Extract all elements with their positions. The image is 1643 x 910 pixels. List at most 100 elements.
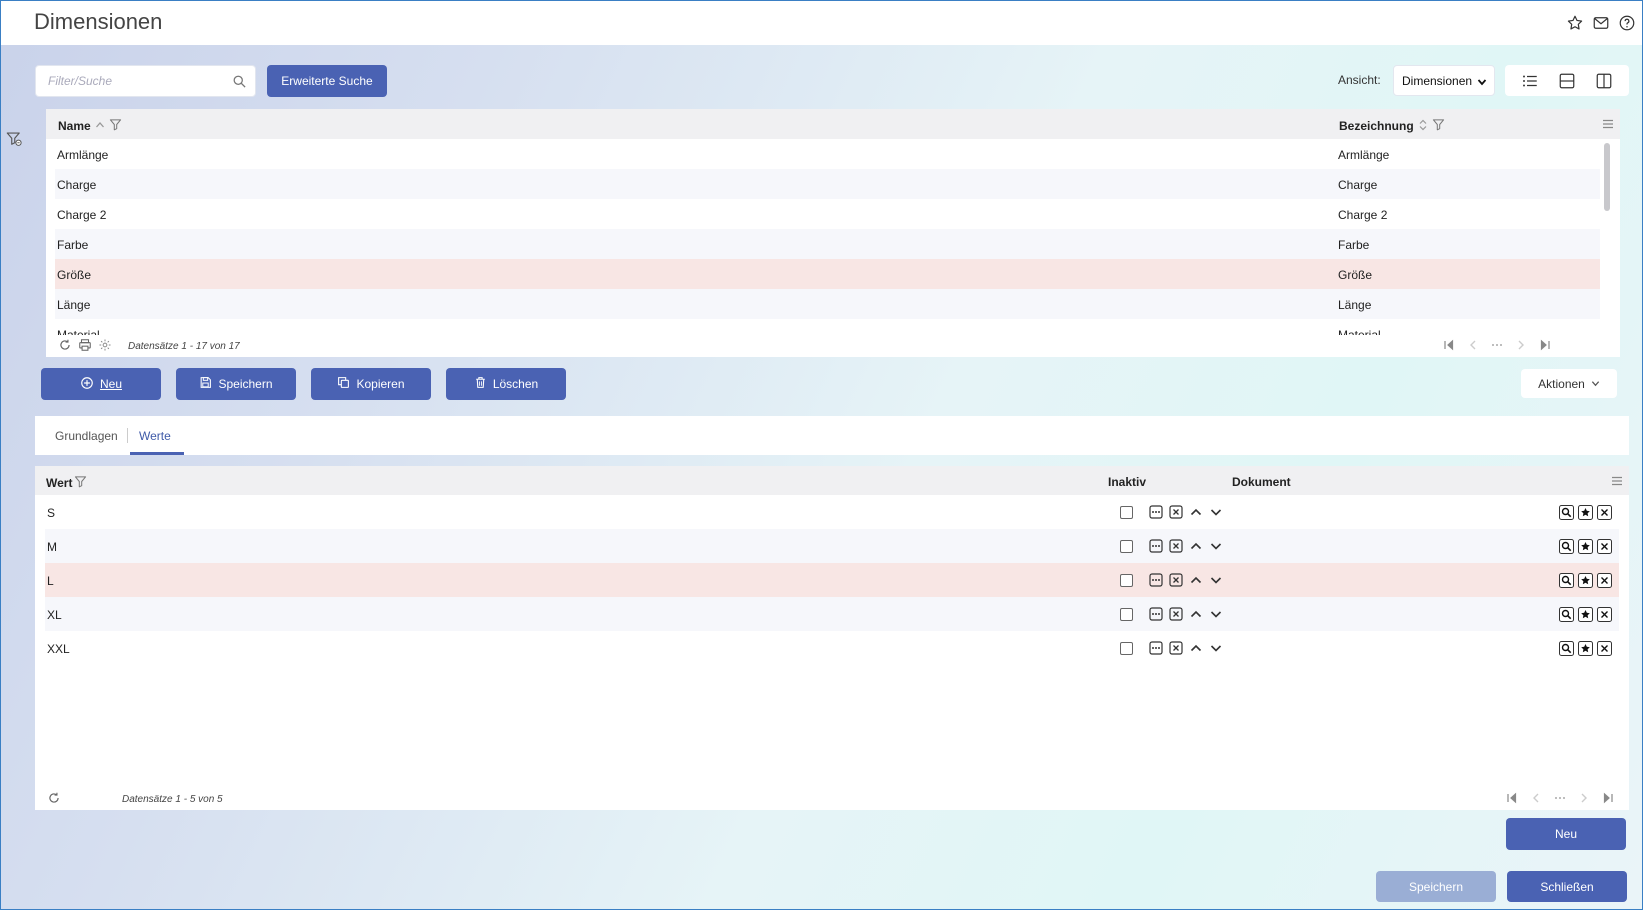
remove-icon[interactable]: [1169, 573, 1183, 587]
prev-page-icon[interactable]: [1529, 791, 1543, 805]
more-icon[interactable]: [1149, 607, 1163, 621]
inaktiv-checkbox[interactable]: [1120, 540, 1133, 553]
search-icon[interactable]: [1559, 641, 1574, 656]
table-row[interactable]: Material Material: [55, 319, 1600, 335]
table-row[interactable]: S: [45, 495, 1619, 529]
move-down-icon[interactable]: [1209, 607, 1223, 621]
remove-icon[interactable]: [1169, 641, 1183, 655]
cell-wert[interactable]: M: [47, 540, 57, 554]
inaktiv-checkbox[interactable]: [1120, 574, 1133, 587]
column-header-dokument[interactable]: Dokument: [1232, 475, 1291, 489]
table-row[interactable]: XXL: [45, 631, 1619, 665]
search-icon[interactable]: [1559, 505, 1574, 520]
table-row[interactable]: Größe Größe: [55, 259, 1600, 289]
table-row[interactable]: M: [45, 529, 1619, 563]
sort-asc-icon[interactable]: [95, 119, 105, 133]
star-icon[interactable]: [1578, 607, 1593, 622]
view-select[interactable]: Dimensionen: [1393, 65, 1495, 96]
filter-icon[interactable]: [74, 475, 87, 491]
move-down-icon[interactable]: [1209, 505, 1223, 519]
move-up-icon[interactable]: [1189, 539, 1203, 553]
next-page-icon[interactable]: [1514, 338, 1528, 352]
search-field[interactable]: [35, 65, 256, 97]
inaktiv-checkbox[interactable]: [1120, 642, 1133, 655]
list-view-icon[interactable]: [1521, 72, 1539, 90]
last-page-icon[interactable]: [1601, 791, 1615, 805]
close-icon[interactable]: [1597, 607, 1612, 622]
close-icon[interactable]: [1597, 573, 1612, 588]
cell-wert[interactable]: XXL: [47, 642, 70, 656]
add-value-button[interactable]: Neu: [1506, 818, 1626, 850]
more-pages-icon[interactable]: [1490, 338, 1504, 352]
new-button[interactable]: Neu: [41, 368, 161, 400]
first-page-icon[interactable]: [1505, 791, 1519, 805]
cell-wert[interactable]: S: [47, 506, 55, 520]
scrollbar[interactable]: [1603, 141, 1611, 335]
last-page-icon[interactable]: [1538, 338, 1552, 352]
close-icon[interactable]: [1597, 505, 1612, 520]
close-icon[interactable]: [1597, 539, 1612, 554]
column-header-name[interactable]: Name: [58, 118, 122, 134]
delete-button[interactable]: Löschen: [446, 368, 566, 400]
filter-icon[interactable]: [109, 118, 122, 134]
more-icon[interactable]: [1149, 641, 1163, 655]
copy-button[interactable]: Kopieren: [311, 368, 431, 400]
inaktiv-checkbox[interactable]: [1120, 608, 1133, 621]
star-icon[interactable]: [1578, 641, 1593, 656]
move-up-icon[interactable]: [1189, 641, 1203, 655]
remove-icon[interactable]: [1169, 539, 1183, 553]
remove-icon[interactable]: [1169, 505, 1183, 519]
search-icon[interactable]: [1559, 607, 1574, 622]
move-up-icon[interactable]: [1189, 607, 1203, 621]
next-page-icon[interactable]: [1577, 791, 1591, 805]
search-icon[interactable]: [232, 74, 247, 89]
refresh-icon[interactable]: [58, 338, 72, 352]
star-icon[interactable]: [1578, 573, 1593, 588]
move-up-icon[interactable]: [1189, 573, 1203, 587]
refresh-icon[interactable]: [47, 791, 61, 805]
more-icon[interactable]: [1149, 573, 1163, 587]
column-header-inaktiv[interactable]: Inaktiv: [1108, 475, 1146, 489]
advanced-search-button[interactable]: Erweiterte Suche: [267, 65, 387, 97]
table-row[interactable]: Charge 2 Charge 2: [55, 199, 1600, 229]
table-row[interactable]: Farbe Farbe: [55, 229, 1600, 259]
table-row[interactable]: Armlänge Armlänge: [55, 139, 1600, 169]
star-icon[interactable]: [1578, 505, 1593, 520]
table-row[interactable]: L: [45, 563, 1619, 597]
mail-icon[interactable]: [1592, 14, 1610, 32]
prev-page-icon[interactable]: [1466, 338, 1480, 352]
print-icon[interactable]: [78, 338, 92, 352]
column-header-bezeichnung[interactable]: Bezeichnung: [1339, 118, 1445, 134]
more-pages-icon[interactable]: [1553, 791, 1567, 805]
more-icon[interactable]: [1149, 505, 1163, 519]
move-up-icon[interactable]: [1189, 505, 1203, 519]
column-menu-icon[interactable]: [1602, 118, 1614, 130]
split-vertical-icon[interactable]: [1595, 72, 1613, 90]
filter-settings-icon[interactable]: [5, 130, 23, 148]
star-icon[interactable]: [1578, 539, 1593, 554]
cell-wert[interactable]: L: [47, 574, 54, 588]
sort-icon[interactable]: [1418, 119, 1428, 134]
cell-wert[interactable]: XL: [47, 608, 62, 622]
table-row[interactable]: Charge Charge: [55, 169, 1600, 199]
search-icon[interactable]: [1559, 573, 1574, 588]
tab-grundlagen[interactable]: Grundlagen: [55, 429, 118, 443]
inaktiv-checkbox[interactable]: [1120, 506, 1133, 519]
more-icon[interactable]: [1149, 539, 1163, 553]
scrollbar-thumb[interactable]: [1604, 143, 1610, 211]
move-down-icon[interactable]: [1209, 641, 1223, 655]
search-icon[interactable]: [1559, 539, 1574, 554]
table-row[interactable]: Länge Länge: [55, 289, 1600, 319]
search-input[interactable]: [48, 66, 228, 96]
star-icon[interactable]: [1566, 14, 1584, 32]
first-page-icon[interactable]: [1442, 338, 1456, 352]
column-header-wert[interactable]: Wert: [46, 475, 87, 491]
tab-werte[interactable]: Werte: [139, 429, 171, 443]
gear-icon[interactable]: [98, 338, 112, 352]
column-menu-icon[interactable]: [1611, 475, 1623, 487]
move-down-icon[interactable]: [1209, 573, 1223, 587]
help-icon[interactable]: [1618, 14, 1636, 32]
remove-icon[interactable]: [1169, 607, 1183, 621]
table-row[interactable]: XL: [45, 597, 1619, 631]
split-horizontal-icon[interactable]: [1558, 72, 1576, 90]
